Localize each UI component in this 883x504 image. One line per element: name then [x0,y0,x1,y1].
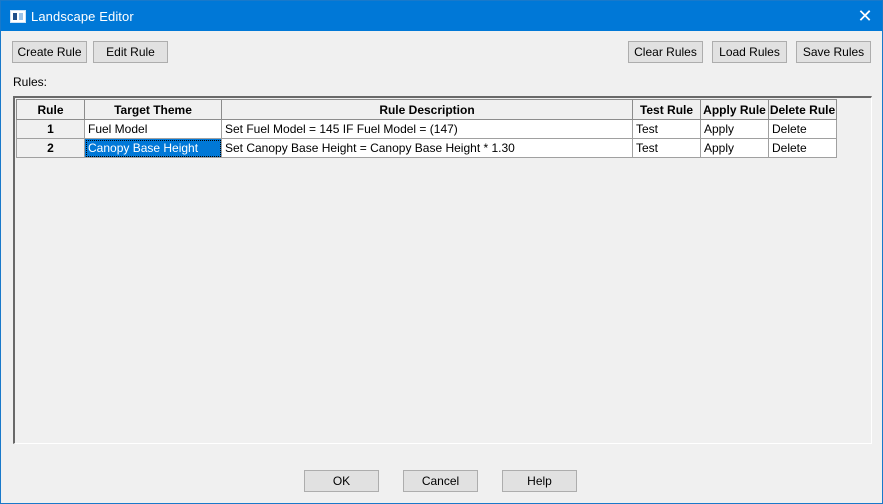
table-row: 1 Fuel Model Set Fuel Model = 145 IF Fue… [16,119,837,139]
rule-number-cell[interactable]: 2 [16,138,85,158]
landscape-editor-window: Landscape Editor ✕ Create Rule Edit Rule… [0,0,883,504]
table-header-row: Rule Target Theme Rule Description Test … [16,99,837,120]
test-rule-cell[interactable]: Test [632,119,701,139]
header-apply-rule[interactable]: Apply Rule [700,99,769,120]
header-target-theme[interactable]: Target Theme [84,99,222,120]
cancel-button[interactable]: Cancel [403,470,478,492]
rules-grid[interactable]: Rule Target Theme Rule Description Test … [13,96,872,444]
rule-number-cell[interactable]: 1 [16,119,85,139]
header-rule-description[interactable]: Rule Description [221,99,633,120]
load-rules-button[interactable]: Load Rules [712,41,787,63]
header-rule[interactable]: Rule [16,99,85,120]
table-row: 2 Canopy Base Height Set Canopy Base Hei… [16,138,837,158]
rules-label: Rules: [13,75,48,89]
apply-rule-cell[interactable]: Apply [700,138,769,158]
rule-description-cell[interactable]: Set Fuel Model = 145 IF Fuel Model = (14… [221,119,633,139]
test-rule-cell[interactable]: Test [632,138,701,158]
ok-button[interactable]: OK [304,470,379,492]
help-button[interactable]: Help [502,470,577,492]
rule-description-cell[interactable]: Set Canopy Base Height = Canopy Base Hei… [221,138,633,158]
target-theme-cell[interactable]: Canopy Base Height [84,138,222,158]
app-icon [10,10,26,23]
target-theme-cell[interactable]: Fuel Model [84,119,222,139]
header-delete-rule[interactable]: Delete Rule [768,99,837,120]
window-title: Landscape Editor [31,9,134,24]
header-test-rule[interactable]: Test Rule [632,99,701,120]
create-rule-button[interactable]: Create Rule [12,41,87,63]
rules-table: Rule Target Theme Rule Description Test … [16,99,837,158]
save-rules-button[interactable]: Save Rules [796,41,871,63]
delete-rule-cell[interactable]: Delete [768,138,837,158]
close-icon[interactable]: ✕ [848,1,882,31]
edit-rule-button[interactable]: Edit Rule [93,41,168,63]
title-bar: Landscape Editor ✕ [1,1,882,31]
clear-rules-button[interactable]: Clear Rules [628,41,703,63]
apply-rule-cell[interactable]: Apply [700,119,769,139]
delete-rule-cell[interactable]: Delete [768,119,837,139]
